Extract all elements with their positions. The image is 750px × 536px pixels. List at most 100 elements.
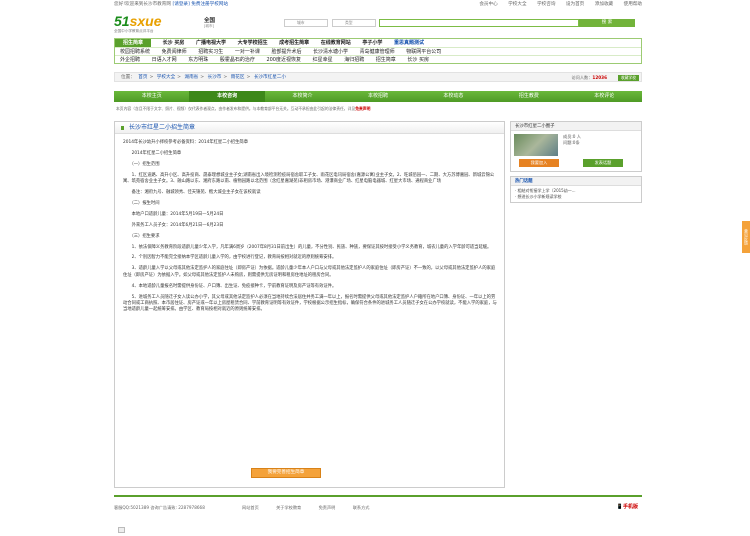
visit-counter: 访问人数：12036 <box>571 73 607 83</box>
city-select[interactable]: 城市 <box>284 19 328 27</box>
breadcrumb-item[interactable]: 学校大全 <box>157 73 175 83</box>
main-nav: 招生简章 长沙 买房 广播电视大学 大专学校招生 成考招生简章 在线教育网站 亭… <box>114 38 642 64</box>
notice-text: 本页内容（含且不限于文字、照片、视频）仅代表作者观点，由作者发布和提供。与本教育… <box>116 106 356 111</box>
nav-item[interactable]: 外企招聘 <box>120 56 140 65</box>
nav-item[interactable]: 校园招聘系统 <box>120 48 150 56</box>
help-link[interactable]: 使用帮助 <box>624 0 642 10</box>
member-center-link[interactable]: 会员中心 <box>479 0 497 10</box>
article-paragraph: （二）报生时间 <box>123 200 160 206</box>
top-bar: 您好!欢迎来到长沙市教育网 [请登录] 免费注册学校网站 会员中心 学校大全 学… <box>114 0 642 10</box>
footer-link[interactable]: 联系方式 <box>353 505 370 511</box>
hot-topics-title: 热门话题 <box>511 177 641 186</box>
tab-fees[interactable]: 招生教费 <box>491 91 566 102</box>
footer-link[interactable]: 关于学校教育 <box>276 505 301 511</box>
nav-item[interactable]: 200度近视恢复 <box>266 56 301 65</box>
nav-row-2: 校园招聘系统 免费阅律师 招聘实习生 一对一补课 脸部提升术后 长沙清水塘小学 … <box>115 48 641 57</box>
article-paragraph: 2014年红星二小招生简章 <box>123 150 182 156</box>
tab-recruit[interactable]: 本校招聘 <box>340 91 415 102</box>
article-content: 2014年长沙幼升小择校参考必备资料：2014年红星二小招生简章 2014年红星… <box>115 134 504 314</box>
breadcrumb-item[interactable]: 首页 <box>138 73 147 83</box>
footer-link[interactable]: 网站首页 <box>242 505 259 511</box>
welcome-text: 您好!欢迎来到长沙市教育网 <box>114 2 171 7</box>
tab-home[interactable]: 本校主页 <box>114 91 189 102</box>
nav-item[interactable]: 重思真题测试 <box>394 39 424 47</box>
city-switcher[interactable]: 全国 [城市] <box>204 16 215 29</box>
logo-subtitle: 全国中小学教育点评平台 <box>114 29 154 33</box>
site-logo[interactable]: 51sxue 全国中小学教育点评平台 <box>114 13 194 35</box>
post-topic-button[interactable]: 发表话题 <box>583 159 623 167</box>
nav-item[interactable]: 红星幸星 <box>313 56 333 65</box>
footer-links: 网站首页 关于学校教育 免责声明 联系方式 <box>242 505 385 511</box>
nav-item[interactable]: 脸部提升术后 <box>271 48 301 56</box>
register-link[interactable]: 免费注册学校网站 <box>191 0 228 10</box>
nav-item[interactable]: 长沙 买房 <box>163 39 185 47</box>
breadcrumb-item[interactable]: 长沙市 <box>208 73 222 83</box>
search-input[interactable] <box>379 19 579 27</box>
footer-link[interactable]: 免责声明 <box>319 505 336 511</box>
tab-reviews[interactable]: 本校评论 <box>567 91 642 102</box>
breadcrumb-item[interactable]: 湖南省 <box>184 73 198 83</box>
nav-item[interactable]: 招生简章 <box>115 39 152 47</box>
nav-item[interactable]: 在线教育网站 <box>321 39 351 47</box>
nav-item[interactable]: 招聘实习生 <box>198 48 223 56</box>
article-panel: 长沙市红星二小招生简章 2014年长沙幼升小择校参考必备资料：2014年红星二小… <box>114 121 505 488</box>
school-consult-link[interactable]: 学校咨询 <box>537 0 555 10</box>
footer-contact: 客服QQ:5021389 咨询广告请致: 2287978668 <box>114 505 205 510</box>
breadcrumb-label: 位置： <box>121 75 135 80</box>
nav-item[interactable]: 成考招生简章 <box>279 39 309 47</box>
article-paragraph: 1、红区迪路、高升小区、高升投商、晟泰理想城业主子女;湖南省出入境检测检疫局宿舍… <box>123 172 495 185</box>
breadcrumb-item[interactable]: 长沙市红星二小 <box>254 73 286 83</box>
nav-row-3: 外企招聘 日语入才网 东方明珠 殷霍晶石的治疗 200度近视恢复 红星幸星 海归… <box>115 56 641 65</box>
type-select[interactable]: 类型 <box>332 19 376 27</box>
breadcrumb: 位置： 首页 > 学校大全 > 湖南省 > 长沙市 > 雨花区 > 长沙市红星二小 访问人… <box>114 72 642 82</box>
nav-item[interactable]: 长沙 买房 <box>407 56 429 65</box>
mobile-label: 手机版 <box>622 504 638 510</box>
school-circle: 成员:0 人 问题:0条 我要加入 发表话题 <box>511 131 641 171</box>
nav-item[interactable]: 海归招聘 <box>344 56 364 65</box>
article-paragraph: 4、本地适龄儿童报名时需提供身份证、户口簿、出生证、免疫接种卡，学前教育证明及房… <box>123 283 337 289</box>
favorite-school-button[interactable]: 收藏学校 <box>617 75 639 81</box>
tab-intro[interactable]: 本校简介 <box>265 91 340 102</box>
list-item[interactable]: 想进长沙小学新规读学校 <box>515 194 637 200</box>
login-link[interactable]: [请登录] <box>172 0 189 10</box>
nav-item[interactable]: 日语入才网 <box>152 56 177 65</box>
footer: 客服QQ:5021389 咨询广告请致: 2287978668 网站首页 关于学… <box>114 495 642 521</box>
article-title: 长沙市红星二小招生简章 <box>115 122 504 134</box>
nav-item[interactable]: 殷霍晶石的治疗 <box>220 56 255 65</box>
join-button[interactable]: 我要加入 <box>519 159 559 167</box>
school-directory-link[interactable]: 学校大全 <box>508 0 526 10</box>
disclaimer-notice: 本页内容（含且不限于文字、照片、视频）仅代表作者观点，由作者发布和提供。与本教育… <box>114 105 642 113</box>
nav-item[interactable]: 物联网平台公司 <box>406 48 441 56</box>
article-paragraph: 本地户口适龄儿童：2014年5月19日—5月24日 <box>123 211 224 217</box>
nav-item[interactable]: 广播电视大学 <box>196 39 226 47</box>
disclaimer-link[interactable]: 免责声明 <box>355 106 370 111</box>
top-links: 会员中心 学校大全 学校咨询 设为首页 添加收藏 使用帮助 <box>470 0 642 10</box>
city-name: 全国 <box>204 18 216 24</box>
school-circle-box: 长沙市红星二小圈子 成员:0 人 问题:0条 我要加入 发表话题 <box>510 121 642 172</box>
nav-item[interactable]: 大专学校招生 <box>238 39 268 47</box>
image-icon <box>118 527 125 533</box>
article-paragraph: 5、进城务工人员随迁子女入读公办小学，其父母或其他法定监护人必须在当地持续合法居… <box>123 294 497 313</box>
visit-label: 访问人数： <box>571 75 593 80</box>
feedback-floater[interactable]: 意见反馈 <box>742 221 750 253</box>
school-photo[interactable] <box>514 134 558 156</box>
nav-item[interactable]: 免费阅律师 <box>162 48 187 56</box>
add-favorite-link[interactable]: 添加收藏 <box>595 0 613 10</box>
nav-item[interactable]: 东方明珠 <box>188 56 208 65</box>
nav-item[interactable]: 一对一补课 <box>235 48 260 56</box>
improve-brochure-button[interactable]: 我要完善招生简章 <box>251 468 321 478</box>
tab-consult[interactable]: 本校咨询 <box>189 91 265 102</box>
search-button[interactable]: 搜 索 <box>579 19 635 27</box>
visit-value: 12036 <box>592 75 607 80</box>
breadcrumb-item[interactable]: 雨花区 <box>231 73 245 83</box>
nav-item[interactable]: 青岛健康管理师 <box>360 48 395 56</box>
top-left: 您好!欢迎来到长沙市教育网 [请登录] 免费注册学校网站 <box>114 0 228 10</box>
nav-item[interactable]: 招生简章 <box>376 56 396 65</box>
tab-news[interactable]: 本校动态 <box>416 91 491 102</box>
topic-count: 问题:0条 <box>563 140 580 145</box>
sidebar: 长沙市红星二小圈子 成员:0 人 问题:0条 我要加入 发表话题 热门话题 相结… <box>510 121 642 207</box>
mobile-version-link[interactable]: 📱手机版 <box>617 503 638 510</box>
nav-item[interactable]: 长沙清水塘小学 <box>313 48 348 56</box>
nav-item[interactable]: 亭子小学 <box>362 39 382 47</box>
set-homepage-link[interactable]: 设为首页 <box>566 0 584 10</box>
